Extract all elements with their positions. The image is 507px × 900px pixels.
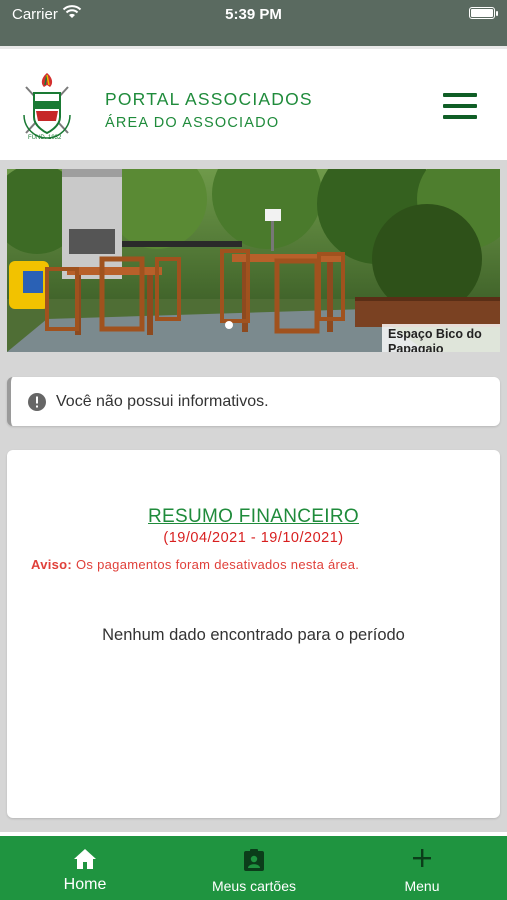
banner-caption: Espaço Bico do Papagaio (382, 324, 500, 352)
hamburger-icon[interactable] (443, 93, 477, 123)
nav-my-cards[interactable]: Meus cartões (190, 836, 318, 900)
club-logo: FUND. 1932 (18, 71, 76, 145)
nav-my-cards-label: Meus cartões (211, 878, 297, 894)
banner-carousel[interactable]: Espaço Bico do Papagaio (7, 169, 500, 352)
payment-warning: Aviso: Os pagamentos foram desativados n… (31, 557, 359, 572)
hamburger-bar (443, 104, 477, 108)
nav-home-label: Home (63, 876, 107, 893)
hamburger-bar (443, 115, 477, 119)
carousel-indicator-dot[interactable] (225, 321, 233, 329)
info-notice: Você não possui informativos. (7, 377, 500, 426)
financial-period: (19/04/2021 - 19/10/2021) (163, 530, 344, 546)
svg-text:FUND. 1932: FUND. 1932 (28, 135, 62, 141)
bottom-nav: Home Meus cartões Menu (0, 832, 507, 900)
empty-state-message: Nenhum dado encontrado para o período (102, 626, 405, 644)
hamburger-bar (443, 93, 477, 97)
clock: 5:39 PM (225, 6, 282, 23)
battery-icon (469, 7, 495, 19)
nav-home[interactable]: Home (35, 836, 135, 900)
portal-subtitle: ÁREA DO ASSOCIADO (105, 115, 280, 131)
nav-menu-label: Menu (404, 878, 440, 894)
warning-text: Os pagamentos foram desativados nesta ár… (75, 557, 360, 572)
plus-icon (412, 848, 432, 873)
info-icon (28, 393, 46, 411)
id-badge-icon (243, 848, 265, 877)
home-icon (73, 848, 97, 875)
nav-menu[interactable]: Menu (382, 836, 462, 900)
portal-title: PORTAL ASSOCIADOS (105, 89, 313, 109)
app-header: FUND. 1932 PORTAL ASSOCIADOS ÁREA DO ASS… (0, 46, 507, 160)
status-bar: Carrier 5:39 PM (0, 0, 507, 46)
battery-tip (496, 11, 498, 16)
notice-text: Você não possui informativos. (56, 393, 269, 410)
financial-summary-title[interactable]: RESUMO FINANCEIRO (7, 506, 500, 528)
warning-label: Aviso: (31, 557, 73, 572)
financial-summary-card: RESUMO FINANCEIRO (19/04/2021 - 19/10/20… (7, 450, 500, 818)
